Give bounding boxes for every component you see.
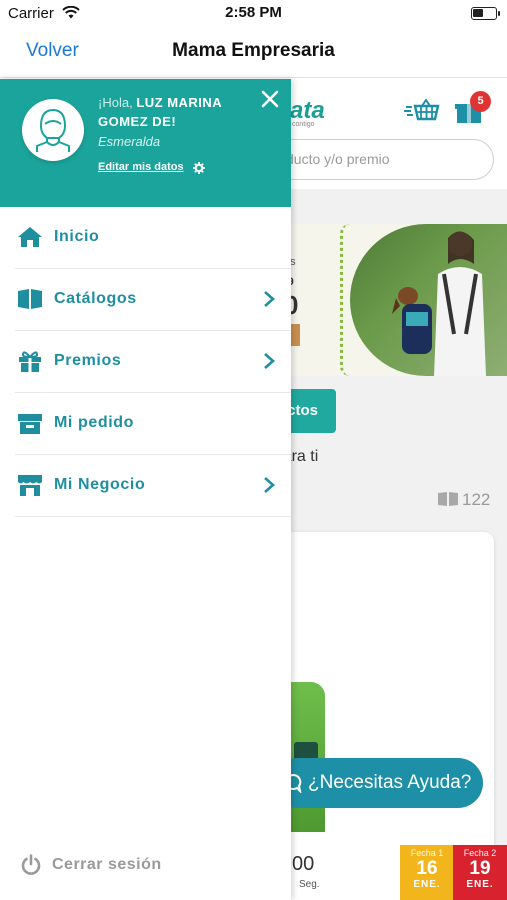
- chevron-right-icon: [263, 290, 275, 313]
- logout-label: Cerrar sesión: [52, 856, 162, 873]
- user-avatar-icon: [36, 108, 70, 152]
- gear-icon[interactable]: [193, 161, 205, 179]
- search-field[interactable]: ducto y/o premio: [260, 139, 494, 180]
- menu-item-label: Inicio: [54, 228, 100, 245]
- date-card-1-day: 16: [416, 858, 438, 879]
- brand-logo-tagline: contigo: [292, 121, 315, 128]
- store-icon: [17, 473, 43, 497]
- help-button-label: ¿Necesitas Ayuda?: [308, 772, 472, 793]
- book-icon: [17, 287, 43, 311]
- menu-item-mi-negocio[interactable]: Mi Negocio: [15, 455, 291, 517]
- menu-item-label: Premios: [54, 352, 122, 369]
- avatar: [22, 99, 84, 161]
- greeting-prefix: ¡Hola,: [98, 95, 133, 110]
- catalog-count: 122: [462, 490, 491, 509]
- date-card-1: Fecha 1 16 ENE.: [400, 845, 454, 900]
- status-bar: Carrier 2:58 PM: [0, 0, 507, 28]
- menu-item-inicio[interactable]: Inicio: [15, 207, 291, 269]
- timer-unit: Seg.: [299, 879, 320, 890]
- status-time: 2:58 PM: [225, 4, 282, 21]
- order-count-badge: 5: [470, 91, 491, 112]
- navigation-bar: Mama Empresaria Volver: [0, 28, 507, 78]
- close-icon[interactable]: [260, 89, 280, 114]
- help-button[interactable]: ¿Necesitas Ayuda?: [272, 758, 483, 808]
- banner-decoration: [340, 224, 350, 376]
- date-card-2: Fecha 2 19 ENE.: [453, 845, 507, 900]
- battery-icon: [471, 7, 500, 20]
- timer-value: 00: [292, 853, 315, 875]
- menu-item-label: Mi pedido: [54, 414, 135, 431]
- catalog-icon: [437, 491, 459, 512]
- date-card-2-day: 19: [469, 858, 491, 879]
- box-icon: [17, 411, 43, 435]
- menu-item-mi-pedido[interactable]: Mi pedido: [15, 393, 291, 455]
- chevron-right-icon: [263, 352, 275, 375]
- user-level: Esmeralda: [98, 134, 161, 149]
- power-icon: [20, 854, 42, 880]
- greeting: ¡Hola, LUZ MARINA GOMEZ DE!: [98, 93, 268, 131]
- edit-profile-link[interactable]: Editar mis datos: [98, 161, 184, 173]
- date-card-1-label: Fecha 1: [410, 848, 444, 858]
- drawer-menu: Inicio Catálogos Premios Mi pedido Mi Ne…: [15, 207, 291, 517]
- search-input-placeholder[interactable]: ducto y/o premio: [286, 151, 486, 167]
- drawer-header: ¡Hola, LUZ MARINA GOMEZ DE! Esmeralda Ed…: [0, 79, 291, 207]
- chevron-right-icon: [263, 476, 275, 499]
- cart-icon[interactable]: [404, 98, 440, 128]
- menu-item-label: Catálogos: [54, 290, 137, 307]
- date-card-1-month: ENE.: [413, 879, 441, 890]
- back-button[interactable]: Volver: [26, 40, 79, 62]
- date-card-2-month: ENE.: [466, 879, 494, 890]
- gift-icon: [17, 349, 43, 373]
- dog-image: [392, 287, 432, 354]
- side-drawer: ¡Hola, LUZ MARINA GOMEZ DE! Esmeralda Ed…: [0, 79, 291, 900]
- home-icon: [17, 225, 43, 249]
- menu-item-premios[interactable]: Premios: [15, 331, 291, 393]
- menu-item-label: Mi Negocio: [54, 476, 146, 493]
- logout-button[interactable]: Cerrar sesión: [20, 854, 161, 881]
- date-card-2-label: Fecha 2: [463, 848, 497, 858]
- menu-item-catalogos[interactable]: Catálogos: [15, 269, 291, 331]
